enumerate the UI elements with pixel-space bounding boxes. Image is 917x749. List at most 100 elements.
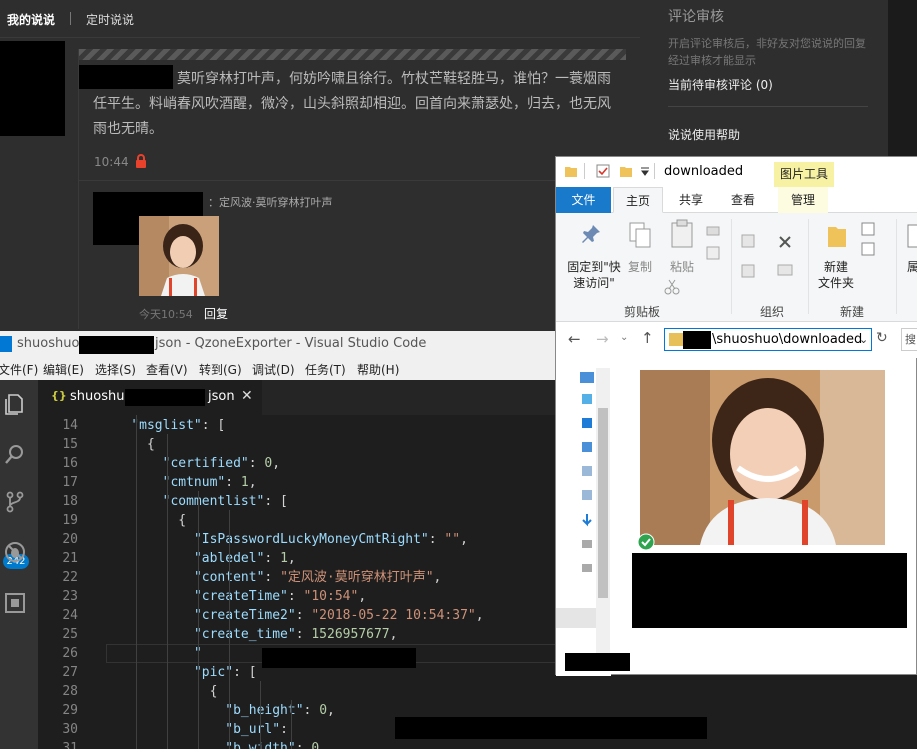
menu-view[interactable]: 查看(V) — [146, 361, 188, 378]
organize-group-label: 组织 — [760, 305, 785, 319]
menu-debug[interactable]: 调试(D) — [252, 361, 295, 378]
code-token: , — [475, 608, 484, 623]
paste-icon[interactable] — [670, 219, 694, 249]
code-token: : [ — [264, 494, 288, 509]
ribbon-separator-3 — [896, 219, 897, 314]
code-token: { — [209, 684, 218, 699]
search-box[interactable]: 搜 — [901, 328, 917, 351]
minimap[interactable] — [708, 681, 748, 747]
cut-icon[interactable] — [664, 279, 680, 295]
menu-file[interactable]: 文件(F) — [0, 361, 38, 378]
new-item-icons[interactable] — [860, 221, 890, 257]
forward-arrow-icon[interactable]: → — [596, 330, 609, 348]
pending-review-link[interactable]: 当前待审核评论 (0) — [668, 76, 773, 93]
menu-help[interactable]: 帮助(H) — [357, 361, 399, 378]
reply-link[interactable]: 回复 — [204, 305, 228, 322]
tab-view[interactable]: 查看 — [721, 187, 765, 213]
code-text: "abledel": 1, — [194, 549, 296, 568]
code-token: "" — [444, 532, 461, 547]
clipboard-small-icons[interactable] — [706, 225, 722, 275]
code-token: { — [178, 513, 187, 528]
code-token: "定风波·莫听穿林打叶声" — [280, 570, 434, 585]
code-token: 1 — [280, 551, 288, 566]
indent-guide — [291, 700, 292, 749]
pin-icon[interactable] — [580, 223, 602, 245]
pin-quick-access-button[interactable]: 固定到"快 速访问" — [562, 259, 626, 291]
code-text: "cmtnum": 1, — [163, 473, 257, 492]
sync-check-icon — [637, 533, 655, 551]
address-bar[interactable]: \shuoshuo\downloaded ⌄ — [664, 328, 872, 351]
new-group-label: 新建 — [840, 305, 865, 319]
copy-button[interactable]: 复制 — [622, 259, 658, 275]
tab-scheduled-shuoshuo[interactable]: 定时说说 — [86, 11, 134, 28]
back-arrow-icon[interactable]: ← — [568, 330, 581, 348]
explorer-icon[interactable] — [3, 392, 27, 416]
search-icon[interactable] — [3, 442, 27, 466]
comment-time: 今天10:54 — [139, 308, 193, 321]
indent-guide — [229, 510, 230, 749]
code-line[interactable]: 28 { — [38, 682, 917, 701]
folder-icon — [565, 167, 577, 177]
code-redacted-b-url — [395, 717, 707, 739]
copy-icon[interactable] — [628, 221, 652, 249]
line-number: 21 — [62, 551, 78, 566]
line-number: 18 — [62, 494, 78, 509]
tree-scrollbar-thumb[interactable] — [598, 408, 608, 598]
code-token: : — [295, 608, 312, 623]
menu-selection[interactable]: 选择(S) — [95, 361, 136, 378]
recent-dropdown-icon[interactable]: ⌄ — [620, 332, 628, 343]
tab-json-file[interactable]: {} shuoshuo json ✕ — [38, 380, 262, 415]
tab-share[interactable]: 共享 — [669, 187, 713, 213]
code-token: : — [225, 475, 241, 490]
explorer-titlebar[interactable]: downloaded 图片工具 — [556, 157, 917, 187]
line-number: 14 — [62, 418, 78, 433]
line-number: 28 — [62, 684, 78, 699]
up-arrow-icon[interactable]: ↑ — [641, 329, 654, 347]
code-token: "msglist" — [131, 418, 202, 433]
qat-dropdown-icon[interactable] — [640, 164, 650, 178]
address-dropdown-icon[interactable]: ⌄ — [859, 329, 868, 350]
navigation-pane[interactable] — [556, 358, 611, 676]
menu-tasks[interactable]: 任务(T) — [305, 361, 346, 378]
code-redacted-line-26 — [262, 648, 416, 668]
vscode-logo-icon — [0, 336, 12, 352]
downloaded-photo-thumbnail[interactable] — [640, 370, 885, 545]
new-folder-large-icon[interactable] — [826, 223, 848, 249]
clipboard-group-label: 剪贴板 — [624, 305, 661, 319]
properties-button[interactable]: 属 — [906, 259, 917, 275]
tab-separator — [70, 12, 71, 25]
organize-icons[interactable] — [740, 229, 800, 289]
line-number: 16 — [62, 456, 78, 471]
properties-check-icon[interactable] — [596, 164, 610, 178]
code-token: , — [272, 456, 281, 471]
comment-photo[interactable] — [139, 216, 219, 296]
code-token: , — [460, 532, 468, 547]
close-icon[interactable]: ✕ — [241, 388, 253, 404]
tab-manage[interactable]: 管理 — [778, 187, 828, 213]
tab-home[interactable]: 主页 — [613, 187, 663, 213]
tab-my-shuoshuo[interactable]: 我的说说 — [7, 11, 55, 28]
post-header-stripe — [79, 49, 626, 60]
line-number: 19 — [62, 513, 78, 528]
refresh-icon[interactable]: ↻ — [876, 330, 888, 346]
extensions-icon[interactable] — [3, 591, 27, 615]
filename-redacted — [632, 553, 907, 628]
new-folder-icon[interactable] — [619, 164, 633, 178]
indent-guide — [167, 434, 168, 749]
source-control-icon[interactable] — [3, 490, 27, 514]
menu-goto[interactable]: 转到(G) — [199, 361, 242, 378]
ribbon-separator-2 — [808, 219, 809, 314]
menu-edit[interactable]: 编辑(E) — [43, 361, 84, 378]
post-content: 莫听穿林打叶声，何妨吟啸且徐行。竹杖芒鞋轻胜马，谁怕？一蓑烟雨任平生。料峭春风吹… — [93, 71, 611, 137]
new-folder-button[interactable]: 新建 文件夹 — [814, 259, 858, 291]
debug-icon[interactable] — [3, 540, 27, 564]
help-link[interactable]: 说说使用帮助 — [668, 126, 740, 143]
paste-button[interactable]: 粘贴 — [664, 259, 700, 275]
properties-icon[interactable] — [906, 223, 917, 249]
tab-file[interactable]: 文件 — [556, 187, 611, 213]
user-avatar-redacted[interactable] — [0, 41, 65, 136]
code-line[interactable]: 31 "b_width": 0 — [38, 739, 917, 749]
tree-selected-item[interactable] — [556, 608, 596, 628]
shuoshuo-post: 莫听穿林打叶声，何妨吟啸且徐行。竹杖芒鞋轻胜马，谁怕？一蓑烟雨任平生。料峭春风吹… — [78, 49, 627, 329]
code-text: "IsPasswordLuckyMoneyCmtRight": "", — [194, 530, 468, 549]
